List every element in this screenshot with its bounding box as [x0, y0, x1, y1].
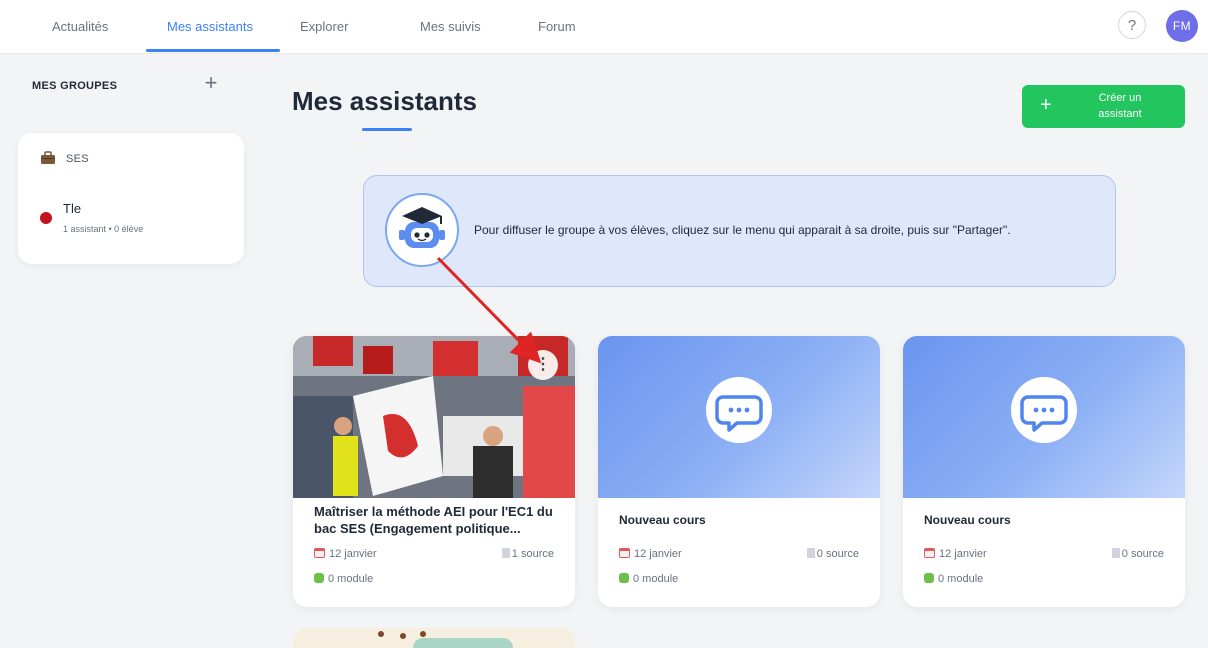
- card-cover: [598, 336, 880, 498]
- top-navigation: Actualités Mes assistants Explorer Mes s…: [0, 0, 1208, 54]
- card-modules: 0 module: [619, 573, 678, 585]
- create-assistant-button[interactable]: + Créer un assistant: [1022, 85, 1185, 128]
- tab-forum[interactable]: Forum: [538, 19, 576, 34]
- tab-mes-assistants[interactable]: Mes assistants: [167, 19, 253, 34]
- flag-icon: [501, 548, 510, 558]
- assistant-card[interactable]: Nouveau cours 12 janvier 0 source 0 modu…: [903, 336, 1185, 607]
- card-date-text: 12 janvier: [939, 548, 987, 560]
- info-banner: Pour diffuser le groupe à vos élèves, cl…: [363, 175, 1116, 287]
- card-modules-text: 0 module: [328, 573, 374, 585]
- card-title: Maîtriser la méthode AEI pour l'EC1 du b…: [314, 504, 553, 536]
- title-underline: [362, 128, 412, 131]
- group-card-ses[interactable]: SES Tle 1 assistant • 0 élève: [18, 133, 244, 264]
- sidebar-title: MES GROUPES: [32, 80, 118, 92]
- card-modules: 0 module: [314, 573, 373, 585]
- card-sources: 0 source: [1111, 548, 1164, 560]
- calendar-icon: [314, 548, 325, 558]
- assistant-card-partial[interactable]: [293, 628, 575, 648]
- card-cover-illustration: [293, 628, 575, 648]
- card-title: Nouveau cours: [619, 513, 706, 527]
- card-date: 12 janvier: [924, 548, 987, 560]
- card-date: 12 janvier: [619, 548, 682, 560]
- puzzle-icon: [924, 573, 934, 583]
- card-sources-text: 1 source: [511, 548, 554, 560]
- flag-icon: [1111, 548, 1120, 558]
- group-name: SES: [66, 153, 89, 165]
- add-group-button[interactable]: +: [200, 72, 222, 94]
- card-date-text: 12 janvier: [329, 548, 377, 560]
- card-sources: 1 source: [501, 548, 554, 560]
- create-assistant-label: Créer un assistant: [1080, 90, 1160, 122]
- card-menu-button[interactable]: ⋮: [528, 350, 558, 380]
- card-date: 12 janvier: [314, 548, 377, 560]
- create-label-line1: Créer un: [1098, 92, 1142, 104]
- card-modules-text: 0 module: [938, 573, 984, 585]
- card-title: Nouveau cours: [924, 513, 1011, 527]
- card-modules-text: 0 module: [633, 573, 679, 585]
- class-meta: 1 assistant • 0 élève: [63, 224, 144, 234]
- user-avatar[interactable]: FM: [1166, 10, 1198, 42]
- chat-bubble-icon: [706, 377, 772, 443]
- tab-actualites[interactable]: Actualités: [52, 19, 108, 34]
- class-name[interactable]: Tle: [63, 201, 81, 216]
- briefcase-icon: [41, 151, 55, 164]
- tab-explorer[interactable]: Explorer: [300, 19, 348, 34]
- plus-icon: +: [1040, 94, 1052, 116]
- robot-graduate-icon: [385, 193, 459, 267]
- calendar-icon: [924, 548, 935, 558]
- banner-text: Pour diffuser le groupe à vos élèves, cl…: [474, 223, 1011, 237]
- plus-icon: +: [204, 70, 218, 95]
- card-date-text: 12 janvier: [634, 548, 682, 560]
- flag-icon: [806, 548, 815, 558]
- tab-mes-suivis[interactable]: Mes suivis: [420, 19, 481, 34]
- card-sources-text: 0 source: [816, 548, 859, 560]
- more-vertical-icon: ⋮: [535, 356, 551, 373]
- puzzle-icon: [314, 573, 324, 583]
- help-button[interactable]: ?: [1118, 11, 1146, 39]
- assistant-card[interactable]: ⋮ Maîtriser la méthode AEI pour l'EC1 du…: [293, 336, 575, 607]
- puzzle-icon: [619, 573, 629, 583]
- chat-bubble-icon: [1011, 377, 1077, 443]
- class-color-dot: [40, 212, 52, 224]
- active-tab-indicator: [146, 49, 280, 52]
- assistant-card[interactable]: Nouveau cours 12 janvier 0 source 0 modu…: [598, 336, 880, 607]
- create-label-line2: assistant: [1098, 108, 1142, 120]
- card-modules: 0 module: [924, 573, 983, 585]
- page-title: Mes assistants: [292, 86, 477, 116]
- card-cover: [903, 336, 1185, 498]
- calendar-icon: [619, 548, 630, 558]
- card-sources-text: 0 source: [1121, 548, 1164, 560]
- card-sources: 0 source: [806, 548, 859, 560]
